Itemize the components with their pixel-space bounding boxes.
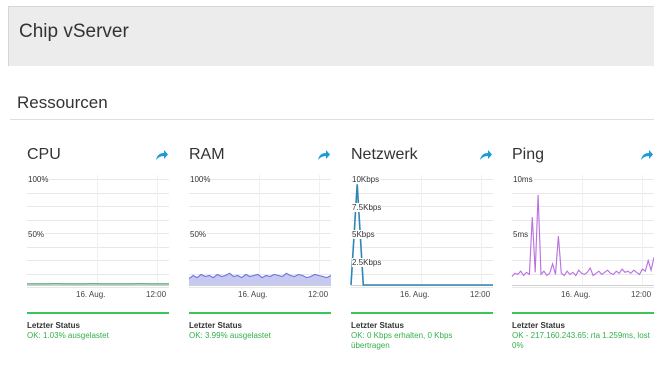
section-title: Ressourcen [17, 93, 108, 112]
status-label: Letzter Status [189, 321, 242, 330]
card-title: CPU [27, 146, 61, 163]
status-bar [512, 312, 654, 314]
status-bar [27, 312, 169, 314]
y-tick-label: 50% [190, 230, 208, 239]
resource-card-netzwerk: Netzwerk 10Kbps 7.5Kbps 5Kbps 2.5Kbps 16. Au… [350, 140, 493, 350]
y-tick-label: 2.5Kbps [352, 258, 383, 267]
arrow-out-icon[interactable] [317, 148, 331, 160]
status-label: Letzter Status [512, 321, 565, 330]
status-text: OK: 3.99% ausgelastet [189, 331, 271, 340]
status-bar [189, 312, 331, 314]
status-bar [351, 312, 493, 314]
card-chart: 100% 50% 16. Aug. 12:00 [188, 175, 332, 299]
card-title: Netzwerk [351, 146, 418, 163]
resource-card-cpu: CPU 100% 50% 16. Aug. 12:00 Letzter Status … [27, 140, 169, 340]
y-tick-label: 7.5Kbps [352, 203, 383, 212]
x-tick-label: 12:00 [308, 290, 329, 299]
card-title: Ping [512, 146, 545, 163]
status-text: OK - 217.160.243.65: rta 1.259ms, lost 0… [512, 331, 650, 350]
card-chart: 100% 50% 16. Aug. 12:00 [27, 175, 169, 299]
x-tick-label: 16. Aug. [400, 290, 430, 299]
status-text: OK: 1.03% ausgelastet [27, 331, 109, 340]
page-title: Chip vServer [19, 21, 129, 42]
card-title: RAM [189, 146, 225, 163]
x-tick-label: 12:00 [631, 290, 652, 299]
y-tick-label: 50% [28, 230, 46, 239]
x-tick-label: 16. Aug. [561, 290, 591, 299]
status-text: OK: 0 Kbps erhalten, 0 Kbps übertragen [351, 331, 453, 350]
x-tick-label: 12:00 [146, 290, 167, 299]
y-tick-label: 5Kbps [352, 230, 376, 239]
chart-svg [188, 175, 332, 288]
section-divider [10, 119, 654, 120]
chart-svg [511, 175, 654, 288]
arrow-out-icon[interactable] [155, 148, 169, 160]
x-tick-label: 12:00 [470, 290, 491, 299]
arrow-out-icon[interactable] [640, 148, 654, 160]
y-tick-label: 5ms [513, 230, 530, 239]
y-tick-label: 10Kbps [352, 175, 381, 184]
y-tick-label: 100% [190, 175, 212, 184]
app-header: Chip vServer [8, 6, 654, 66]
y-tick-label: 10ms [513, 175, 534, 184]
x-tick-label: 16. Aug. [238, 290, 268, 299]
x-tick-label: 16. Aug. [76, 290, 106, 299]
y-tick-label: 100% [28, 175, 50, 184]
resource-card-ram: RAM 100% 50% 16. Aug. 12:00 Letzter Status … [188, 140, 332, 340]
card-chart: 10Kbps 7.5Kbps 5Kbps 2.5Kbps 16. Aug. 12:00 [350, 175, 493, 299]
card-chart: 10ms 5ms 16. Aug. 12:00 [511, 175, 654, 299]
status-label: Letzter Status [351, 321, 404, 330]
resource-card-ping: Ping 10ms 5ms 16. Aug. 12:00 Letzter Status… [511, 140, 654, 350]
status-label: Letzter Status [27, 321, 80, 330]
arrow-out-icon[interactable] [479, 148, 493, 160]
chart-svg [27, 175, 169, 288]
